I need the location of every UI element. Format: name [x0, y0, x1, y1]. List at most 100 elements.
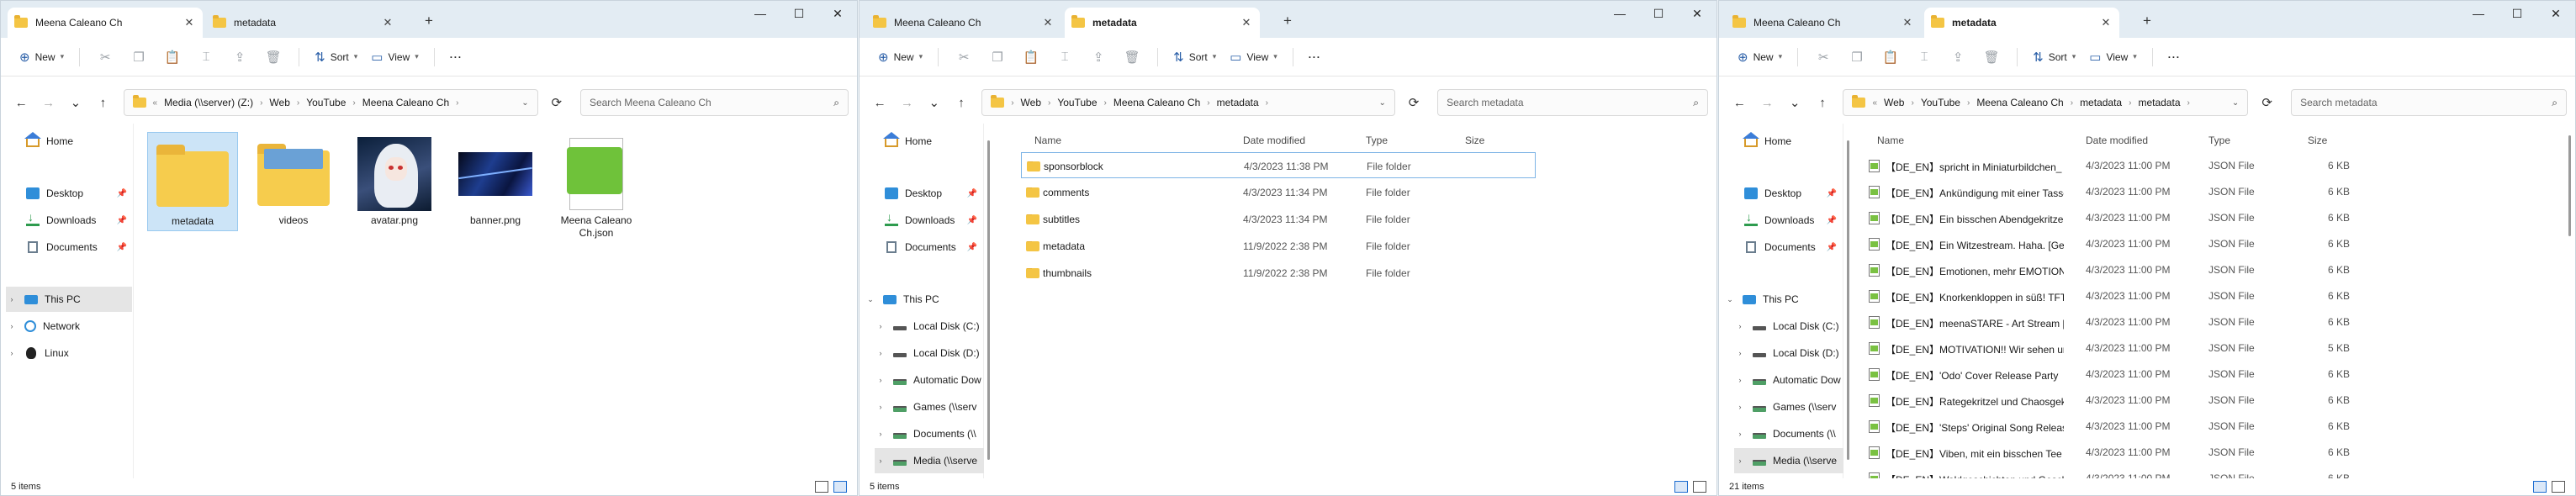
- share-icon[interactable]: ⇪: [1083, 50, 1113, 65]
- grid-item-videos[interactable]: videos: [248, 132, 339, 231]
- breadcrumb-segment[interactable]: Web: [269, 97, 289, 108]
- tab-metadata[interactable]: metadata ✕: [206, 8, 401, 38]
- nav-drive-c[interactable]: › Local Disk (C:): [1734, 314, 1839, 339]
- nav-scrollbar[interactable]: [984, 124, 994, 478]
- cut-icon[interactable]: ✂: [1808, 50, 1838, 65]
- nav-home[interactable]: Home: [1743, 129, 1791, 154]
- view-button[interactable]: ▭ View ▾: [1225, 44, 1283, 71]
- new-button[interactable]: ⊕ New ▾: [14, 44, 69, 71]
- delete-icon[interactable]: 🗑: [258, 50, 288, 65]
- delete-icon[interactable]: 🗑: [1117, 50, 1147, 65]
- recent-locations-icon[interactable]: ⌄: [1783, 95, 1807, 110]
- chevron-down-icon[interactable]: ⌄: [521, 98, 528, 108]
- table-row[interactable]: 【DE_EN】Emotionen, mehr EMOTIONEN! ... 4/3…: [1864, 256, 2378, 282]
- nav-home[interactable]: Home: [24, 129, 73, 154]
- grid-item-avatar[interactable]: avatar.png: [349, 132, 440, 231]
- column-header-name[interactable]: Name: [1877, 135, 1904, 146]
- tiles-view-icon[interactable]: [1693, 481, 1706, 493]
- table-row[interactable]: 【DE_EN】meenaSTARE - Art Stream [Germ... 4…: [1864, 309, 2378, 335]
- rename-icon[interactable]: ⌶: [191, 50, 221, 64]
- forward-icon[interactable]: →: [36, 96, 60, 110]
- chevron-right-icon[interactable]: ›: [1734, 376, 1746, 384]
- breadcrumb-overflow[interactable]: «: [1872, 98, 1877, 108]
- nav-drive-games[interactable]: › Games (\\serv: [875, 394, 977, 419]
- tab-meena-caleano-ch[interactable]: Meena Caleano Ch ✕: [1726, 8, 1921, 38]
- table-row[interactable]: 【DE_EN】Knorkenkloppen in süß! TFT ft. J.…: [1864, 282, 2378, 309]
- address-bar[interactable]: « Media (\\server) (Z:) › Web › YouTube › M…: [123, 89, 538, 116]
- table-row[interactable]: 【DE_EN】'Odo' Cover Release Party【Ger... 4…: [1864, 361, 2378, 387]
- grid-item-channel-json[interactable]: Meena Caleano Ch.json: [551, 132, 642, 243]
- address-bar[interactable]: « Web › YouTube › Meena Caleano Ch › metada…: [1843, 89, 2249, 116]
- paste-icon[interactable]: 📋: [157, 50, 188, 65]
- tab-meena-caleano-ch[interactable]: Meena Caleano Ch ✕: [8, 8, 203, 38]
- sort-button[interactable]: ⇅ Sort ▾: [309, 44, 362, 71]
- file-list-scrollbar[interactable]: [2565, 124, 2575, 478]
- grid-item-banner[interactable]: banner.png: [450, 132, 541, 231]
- nav-drive-c[interactable]: › Local Disk (C:): [875, 314, 980, 339]
- paste-icon[interactable]: 📋: [1016, 50, 1046, 65]
- close-tab-icon[interactable]: ✕: [1041, 16, 1055, 29]
- nav-drive-d[interactable]: › Local Disk (D:): [875, 340, 980, 366]
- nav-network[interactable]: › Network: [6, 314, 80, 339]
- nav-drive-automatic[interactable]: › Automatic Dow: [1734, 367, 1841, 393]
- breadcrumb-segment[interactable]: metadata: [2080, 97, 2122, 108]
- close-window-button[interactable]: ✕: [818, 1, 857, 28]
- close-tab-icon[interactable]: ✕: [381, 16, 394, 29]
- details-view-icon[interactable]: [815, 481, 828, 493]
- breadcrumb-segment[interactable]: Media (\\server) (Z:): [164, 97, 253, 108]
- column-header-date[interactable]: Date modified: [2086, 135, 2148, 146]
- table-row[interactable]: 【DE_EN】Ankündigung mit einer Tasse Te...…: [1864, 178, 2378, 204]
- rename-icon[interactable]: ⌶: [1909, 50, 1939, 64]
- chevron-down-icon[interactable]: ⌄: [2232, 98, 2239, 108]
- new-tab-button[interactable]: +: [425, 13, 433, 29]
- table-row[interactable]: 【DE_EN】spricht in Miniaturbildchen_ -...…: [1864, 152, 2378, 178]
- table-row[interactable]: subtitles 4/3/2023 11:34 PM File folder: [1021, 206, 1536, 232]
- nav-downloads[interactable]: Downloads 📌: [1744, 208, 1843, 233]
- chevron-right-icon[interactable]: ›: [1734, 322, 1746, 330]
- chevron-right-icon[interactable]: ›: [1734, 349, 1746, 357]
- delete-icon[interactable]: 🗑: [1976, 50, 2007, 65]
- chevron-right-icon[interactable]: ›: [1734, 403, 1746, 411]
- refresh-icon[interactable]: ⟳: [2255, 95, 2279, 110]
- nav-desktop[interactable]: Desktop 📌: [26, 181, 134, 206]
- column-header-name[interactable]: Name: [1034, 135, 1061, 146]
- nav-drive-documents[interactable]: › Documents (\\: [875, 421, 976, 446]
- new-tab-button[interactable]: +: [1283, 13, 1292, 29]
- nav-documents[interactable]: Documents 📌: [885, 235, 984, 260]
- new-tab-button[interactable]: +: [2143, 13, 2151, 29]
- table-row[interactable]: 【DE_EN】Ein Witzestream. Haha. [German...…: [1864, 230, 2378, 256]
- nav-linux[interactable]: › Linux: [6, 340, 69, 366]
- rename-icon[interactable]: ⌶: [1050, 50, 1080, 64]
- more-options-button[interactable]: ···: [1304, 44, 1326, 71]
- refresh-icon[interactable]: ⟳: [545, 95, 569, 110]
- grid-item-metadata[interactable]: metadata: [147, 132, 238, 231]
- minimize-button[interactable]: —: [741, 1, 780, 28]
- breadcrumb-overflow[interactable]: «: [153, 98, 158, 108]
- maximize-button[interactable]: ☐: [1639, 1, 1678, 28]
- breadcrumb-segment[interactable]: metadata: [2138, 97, 2180, 108]
- tiles-view-icon[interactable]: [833, 481, 847, 493]
- back-icon[interactable]: ←: [9, 96, 33, 110]
- search-input[interactable]: Search metadata ⌕: [1437, 89, 1709, 116]
- copy-icon[interactable]: ❐: [1842, 50, 1872, 65]
- table-row[interactable]: 【DE_EN】MOTIVATION!! Wir sehen uns alt...…: [1864, 335, 2378, 361]
- minimize-button[interactable]: —: [2459, 1, 2498, 28]
- search-input[interactable]: Search metadata ⌕: [2291, 89, 2568, 116]
- column-header-date[interactable]: Date modified: [1243, 135, 1305, 146]
- breadcrumb-segment[interactable]: Web: [1884, 97, 1904, 108]
- recent-locations-icon[interactable]: ⌄: [64, 95, 87, 110]
- recent-locations-icon[interactable]: ⌄: [923, 95, 946, 110]
- chevron-down-icon[interactable]: ⌄: [1378, 98, 1385, 108]
- nav-drive-media[interactable]: › Media (\\serve: [875, 448, 984, 473]
- table-row[interactable]: 【DE_EN】Viben, mit ein bisschen Tee und .…: [1864, 439, 2378, 465]
- new-button[interactable]: ⊕ New ▾: [873, 44, 928, 71]
- paste-icon[interactable]: 📋: [1875, 50, 1906, 65]
- nav-documents[interactable]: Documents 📌: [1744, 235, 1843, 260]
- details-view-icon[interactable]: [2533, 481, 2547, 493]
- close-tab-icon[interactable]: ✕: [182, 16, 196, 29]
- chevron-right-icon[interactable]: ›: [1734, 456, 1746, 465]
- table-row[interactable]: metadata 11/9/2022 2:38 PM File folder: [1021, 233, 1536, 259]
- close-tab-icon[interactable]: ✕: [1240, 16, 1253, 29]
- close-tab-icon[interactable]: ✕: [2099, 16, 2113, 29]
- search-input[interactable]: Search Meena Caleano Ch ⌕: [579, 89, 849, 116]
